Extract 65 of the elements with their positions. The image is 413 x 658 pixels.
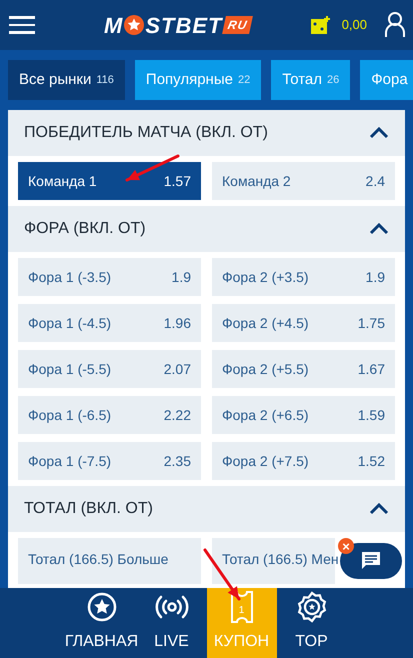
section-title: ТОТАЛ (ВКЛ. ОТ)	[24, 499, 153, 519]
odds-button[interactable]: Фора 2 (+3.5) 1.9	[212, 258, 395, 296]
odds-value: 1.52	[358, 452, 385, 470]
odds-value: 1.75	[358, 314, 385, 332]
odds-button[interactable]: Фора 1 (-3.5) 1.9	[18, 258, 201, 296]
balance: 0,00	[342, 16, 367, 34]
outcome-label: Команда 2	[222, 172, 291, 191]
odds-button[interactable]: Фора 1 (-6.5) 2.22	[18, 396, 201, 434]
logo: M STBET RU	[104, 8, 252, 42]
tab-count: 26	[327, 72, 340, 88]
outcome-label: Команда 1	[28, 172, 97, 191]
outcome-label: Фора 2 (+4.5)	[222, 314, 309, 333]
tab-count: 22	[238, 72, 250, 88]
odds-button[interactable]: Фора 2 (+4.5) 1.75	[212, 304, 395, 342]
odds-button[interactable]: Фора 1 (-4.5) 1.96	[18, 304, 201, 342]
odds-button[interactable]: Тотал (166.5) Больше	[18, 538, 201, 584]
odds-button[interactable]: Команда 2 2.4	[212, 162, 395, 200]
odds-button[interactable]: Фора 2 (+7.5) 1.52	[212, 442, 395, 480]
odds-value: 2.4	[366, 172, 385, 190]
chevron-icon[interactable]	[369, 223, 389, 235]
outcome-label: Фора 2 (+6.5)	[222, 406, 309, 425]
market-tab[interactable]: Популярные 22	[134, 60, 262, 100]
chevron-icon[interactable]	[369, 127, 389, 139]
odds-value: 1.9	[172, 268, 191, 286]
user-icon[interactable]	[385, 12, 405, 38]
section-title: ПОБЕДИТЕЛЬ МАТЧА (ВКЛ. ОТ)	[24, 123, 268, 143]
outcome-label: Фора 1 (-6.5)	[28, 406, 112, 425]
odds-value: 1.67	[358, 360, 385, 378]
outcome-label: Фора 2 (+7.5)	[222, 452, 309, 471]
tab-count: 116	[96, 72, 114, 88]
outcome-label: Тотал (166.5) Больше	[28, 550, 168, 569]
odds-button[interactable]: Фора 1 (-5.5) 2.07	[18, 350, 201, 388]
section-header[interactable]: ТОТАЛ (ВКЛ. ОТ)	[8, 486, 405, 532]
odds-value: 1.9	[366, 268, 385, 286]
odds-button[interactable]: Команда 1 1.57	[18, 162, 201, 200]
medal-icon	[296, 591, 328, 623]
odds-value: 1.57	[164, 172, 191, 190]
outcome-label: Фора 2 (+3.5)	[222, 268, 309, 287]
market-tab[interactable]: Фора	[360, 60, 413, 100]
odds-button[interactable]: Фора 2 (+6.5) 1.59	[212, 396, 395, 434]
chevron-icon[interactable]	[369, 503, 389, 515]
odds-value: 1.59	[358, 406, 385, 424]
odds-button[interactable]: Фора 1 (-7.5) 2.35	[18, 442, 201, 480]
section-title: ФОРА (ВКЛ. ОТ)	[24, 219, 146, 239]
outcome-label: Фора 1 (-7.5)	[28, 452, 112, 471]
ticket-icon	[230, 590, 254, 624]
market-tab[interactable]: Все рынки 116	[8, 60, 125, 100]
odds-value: 1.96	[164, 314, 191, 332]
odds-value: 2.22	[164, 406, 191, 424]
bonus-icon[interactable]	[310, 15, 332, 35]
market-tab[interactable]: Тотал 26	[271, 60, 350, 100]
coupon-count: 1	[238, 604, 244, 618]
outcome-label: Фора 1 (-3.5)	[28, 268, 112, 287]
odds-value: 2.35	[164, 452, 191, 470]
outcome-label: Фора 1 (-5.5)	[28, 360, 112, 379]
odds-button[interactable]: Фора 2 (+5.5) 1.67	[212, 350, 395, 388]
section-header[interactable]: ПОБЕДИТЕЛЬ МАТЧА (ВКЛ. ОТ)	[8, 110, 405, 156]
odds-value: 2.07	[164, 360, 191, 378]
outcome-label: Фора 2 (+5.5)	[222, 360, 309, 379]
nav-item[interactable]: LIVE	[136, 588, 206, 658]
nav-item[interactable]: TOP	[276, 588, 346, 658]
section-header[interactable]: ФОРА (ВКЛ. ОТ)	[8, 206, 405, 252]
chat-icon	[361, 551, 381, 571]
nav-item[interactable]: ГЛАВНАЯ	[66, 588, 136, 658]
outcome-label: Фора 1 (-4.5)	[28, 314, 112, 333]
